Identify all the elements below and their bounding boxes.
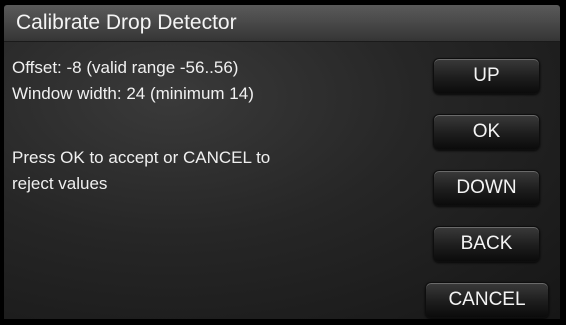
ok-button[interactable]: OK — [433, 114, 540, 150]
prompt-text-line-1: Press OK to accept or CANCEL to — [12, 148, 271, 167]
prompt-text-line-2: reject values — [12, 174, 108, 193]
offset-text: Offset: -8 (valid range -56..56) — [12, 58, 239, 77]
title-bar: Calibrate Drop Detector — [4, 5, 560, 42]
window-width-text: Window width: 24 (minimum 14) — [12, 84, 254, 103]
screen-title: Calibrate Drop Detector — [16, 11, 237, 34]
calibrate-drop-detector-screen: Calibrate Drop Detector Offset: -8 (vali… — [0, 0, 566, 325]
back-button[interactable]: BACK — [433, 226, 540, 262]
down-button[interactable]: DOWN — [433, 170, 540, 206]
cancel-button[interactable]: CANCEL — [425, 282, 549, 318]
up-button[interactable]: UP — [433, 58, 540, 94]
